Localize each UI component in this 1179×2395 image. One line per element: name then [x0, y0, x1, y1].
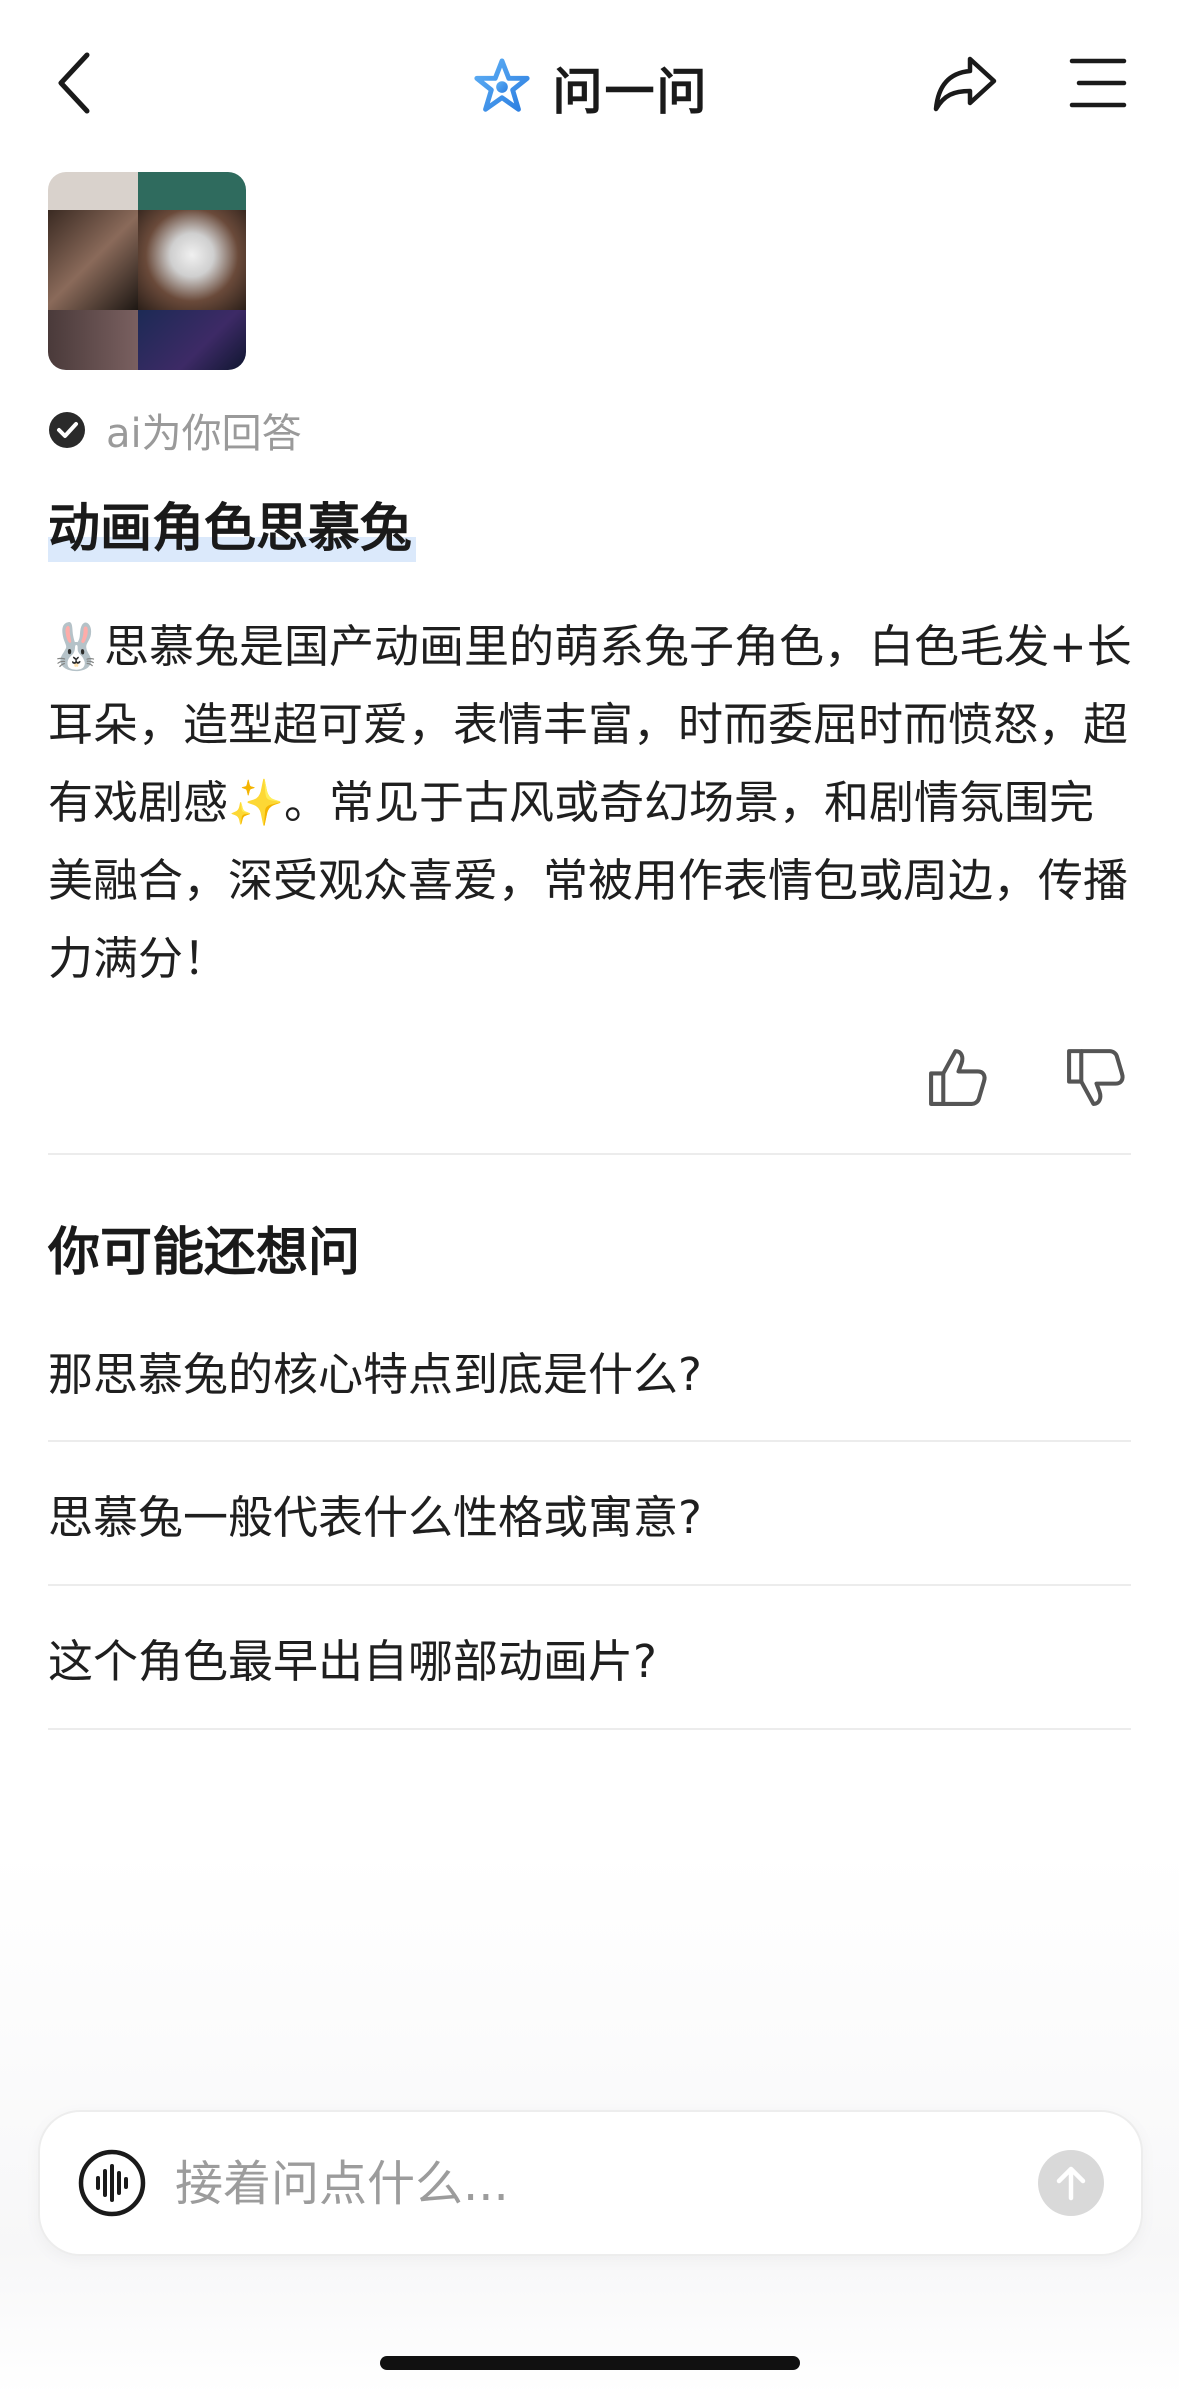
arrow-up-icon [1056, 2166, 1086, 2201]
menu-button[interactable] [1060, 45, 1135, 120]
divider [48, 1584, 1131, 1586]
chat-input-bar: 接着问点什么... [38, 2110, 1143, 2256]
page-title: 问一问 [552, 63, 709, 121]
image-tile [48, 172, 138, 210]
ai-badge-label: ai为你回答 [106, 411, 302, 457]
image-tile [48, 310, 138, 370]
suggestion-item[interactable]: 这个角色最早出自哪部动画片? [48, 1587, 1131, 1727]
reference-image-thumbnail[interactable] [48, 172, 246, 370]
thumbs-up-icon[interactable] [925, 1045, 990, 1110]
check-circle-icon [49, 412, 85, 448]
image-tile [138, 210, 246, 310]
sparkle-star-icon [473, 58, 530, 112]
divider [48, 1728, 1131, 1730]
suggestions-title: 你可能还想问 [48, 1223, 361, 1283]
share-icon [933, 56, 997, 111]
answer-title: 动画角色思慕兔 [48, 496, 417, 562]
answer-body: 🐰思慕兔是国产动画里的萌系兔子角色，白色毛发+长耳朵，造型超可爱，表情丰富，时而… [48, 620, 1132, 985]
image-tile [138, 310, 246, 370]
suggestion-item[interactable]: 思慕兔一般代表什么性格或寓意? [48, 1443, 1131, 1583]
home-indicator [380, 2356, 800, 2370]
thumbs-down-icon[interactable] [1063, 1045, 1128, 1110]
ai-answer-badge: ai为你回答 [48, 402, 302, 458]
share-button[interactable] [925, 45, 1005, 120]
divider [48, 1153, 1131, 1155]
page: 问一问 ai为你回答 动画角色思慕兔 🐰思慕兔是国产动画里的萌系兔子角色，白色毛… [0, 0, 1179, 2395]
suggestion-item[interactable]: 那思慕兔的核心特点到底是什么? [48, 1300, 1131, 1440]
feedback-buttons [925, 1040, 1125, 1120]
chat-input[interactable]: 接着问点什么... [175, 2148, 509, 2220]
voice-input-icon[interactable] [78, 2149, 146, 2217]
top-nav-bar: 问一问 [0, 0, 1179, 170]
send-button[interactable] [1038, 2150, 1104, 2216]
menu-icon [1069, 58, 1126, 107]
image-tile [138, 172, 246, 210]
divider [48, 1440, 1131, 1442]
image-tile [48, 210, 138, 310]
